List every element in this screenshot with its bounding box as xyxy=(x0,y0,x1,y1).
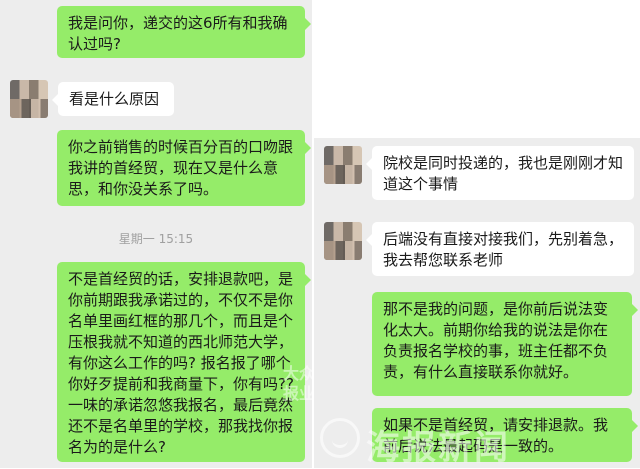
chat-timestamp: 星期一 15:15 xyxy=(118,232,194,246)
chat-panel-left: 我是问你，递交的这6所有和我确认过吗? 看是什么原因 你之前销售的时候百分百的口… xyxy=(0,0,312,468)
message-bubble-sent[interactable]: 我是问你，递交的这6所有和我确认过吗? xyxy=(57,6,311,58)
message-bubble-sent[interactable]: 你之前销售的时候百分百的口吻跟我讲的首经贸，现在又是什么意思，和你没关系了吗。 xyxy=(57,130,311,206)
contact-avatar[interactable] xyxy=(10,80,48,118)
haibao-logo-icon xyxy=(320,418,360,458)
contact-avatar[interactable] xyxy=(324,146,362,184)
message-bubble-sent[interactable]: 那不是我的问题，是你前后说法变化太大。前期你给我的说法是你在负责报名学校的事，班… xyxy=(372,292,638,396)
chat-panel-right: 院校是同时投递的，我也是刚刚才知道这个事情 后端没有直接对接我们，先别着急，我去… xyxy=(314,138,640,468)
message-bubble-sent[interactable]: 不是首经贸的话，安排退款吧，是你前期跟我承诺过的，不仅不是你名单里画红框的那几个… xyxy=(57,262,311,462)
message-bubble-sent[interactable]: 如果不是首经贸，请安排退款。我前后说法最起码是一致的。 xyxy=(372,408,638,462)
contact-avatar[interactable] xyxy=(324,222,362,260)
message-bubble-received[interactable]: 看是什么原因 xyxy=(52,82,174,116)
message-bubble-received[interactable]: 后端没有直接对接我们，先别着急，我去帮您联系老师 xyxy=(366,222,634,276)
message-bubble-received[interactable]: 院校是同时投递的，我也是刚刚才知道这个事情 xyxy=(366,146,634,200)
